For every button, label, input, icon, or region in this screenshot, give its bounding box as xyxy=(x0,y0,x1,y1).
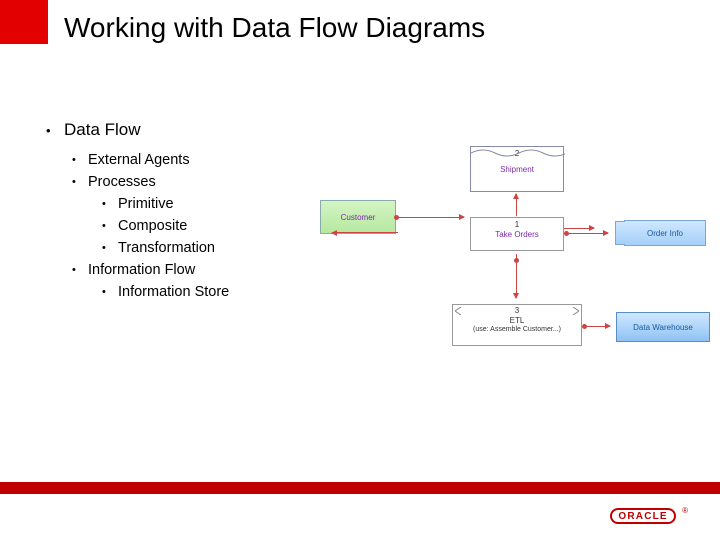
store-order-info: Order Info xyxy=(624,220,706,246)
wave-icon xyxy=(471,147,565,157)
process-sublabel: (use: Assemble Customer...) xyxy=(473,326,561,334)
bullet-l3: Transformation xyxy=(44,240,344,256)
flow-arrow xyxy=(564,228,594,229)
external-agent-customer: Customer xyxy=(320,200,396,234)
bullet-l3: Composite xyxy=(44,218,344,234)
agent-label: Customer xyxy=(341,213,376,222)
brand-block xyxy=(0,0,48,44)
store-label: Order Info xyxy=(647,229,683,238)
process-etl: 3 ETL (use: Assemble Customer...) xyxy=(452,304,582,346)
bullet-l1: Data Flow xyxy=(44,120,344,140)
bullet-list: Data Flow External Agents Processes Prim… xyxy=(44,120,344,306)
process-label: Shipment xyxy=(500,165,534,174)
bullet-l2: Information Flow xyxy=(44,262,344,278)
registered-mark: ® xyxy=(682,506,688,515)
store-lip xyxy=(615,221,625,245)
oracle-wordmark: ORACLE xyxy=(610,508,676,524)
process-shipment: 2 Shipment xyxy=(470,146,564,192)
bullet-l3: Primitive xyxy=(44,196,344,212)
flow-arrow xyxy=(516,194,517,216)
process-take-orders: 1 Take Orders xyxy=(470,217,564,251)
bullet-l2: Processes xyxy=(44,174,344,190)
process-label: ETL xyxy=(510,317,525,326)
flow-arrow xyxy=(398,217,464,218)
store-label: Data Warehouse xyxy=(633,323,693,332)
dfd-diagram: 2 Shipment Customer 1 Take Orders Order … xyxy=(320,128,710,378)
process-number: 1 xyxy=(515,220,519,229)
chevron-left-icon xyxy=(455,307,463,315)
flow-arrow xyxy=(586,326,610,327)
chevron-right-icon xyxy=(571,307,579,315)
flow-arrow xyxy=(332,232,398,233)
store-data-warehouse: Data Warehouse xyxy=(616,312,710,342)
oracle-logo: ORACLE ® xyxy=(610,508,688,524)
process-label: Take Orders xyxy=(495,230,539,239)
flow-arrow xyxy=(568,233,608,234)
flow-arrow xyxy=(516,254,517,298)
process-number: 3 xyxy=(515,307,519,316)
bullet-l2: External Agents xyxy=(44,152,344,168)
footer-bar xyxy=(0,482,720,494)
bullet-l3: Information Store xyxy=(44,284,344,300)
slide-title: Working with Data Flow Diagrams xyxy=(64,12,485,44)
